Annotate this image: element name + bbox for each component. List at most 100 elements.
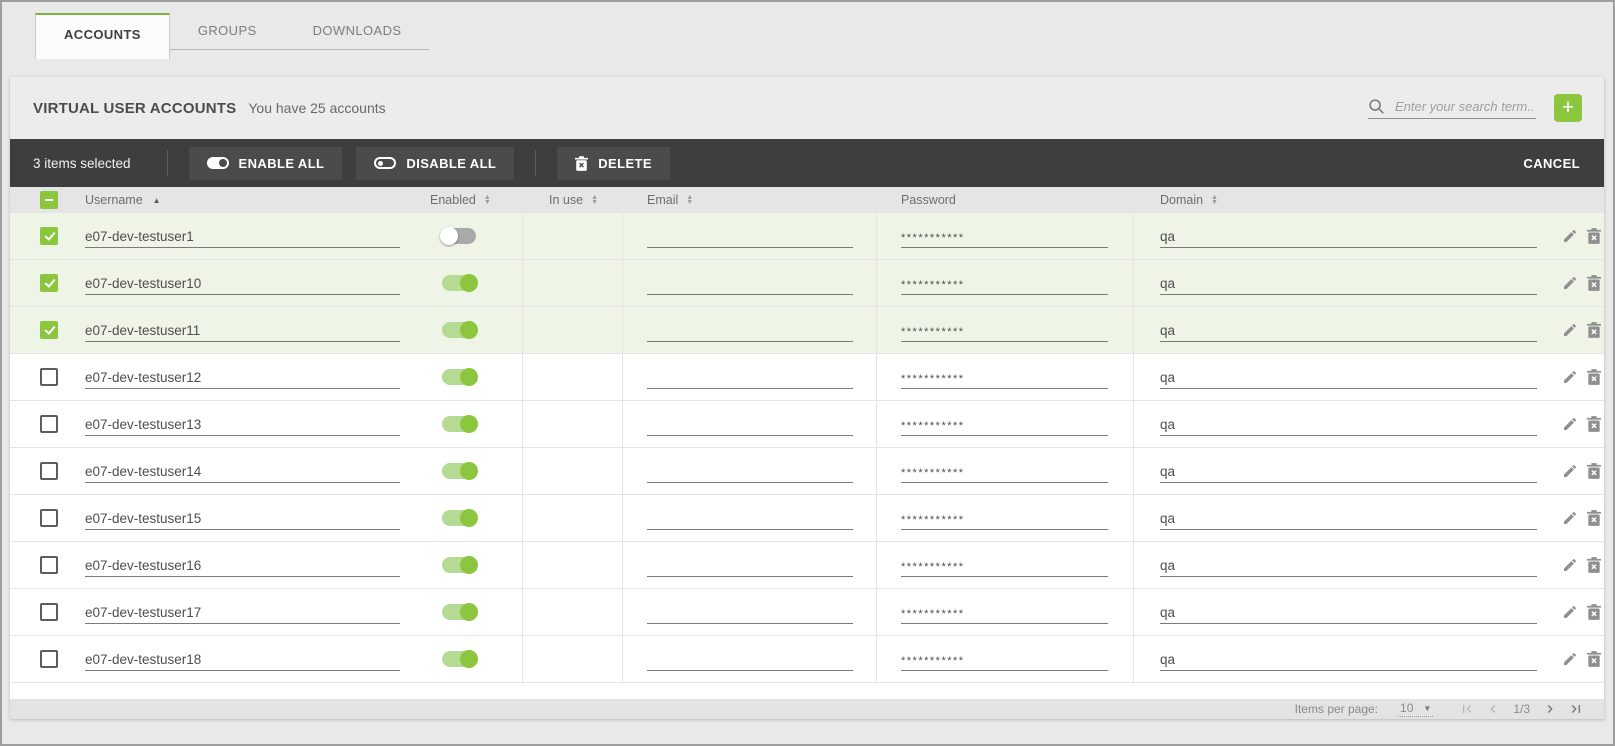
password-field[interactable]: *********** bbox=[901, 271, 1108, 295]
enable-all-button[interactable]: ENABLE ALL bbox=[189, 147, 343, 180]
username-field[interactable]: e07-dev-testuser15 bbox=[85, 506, 400, 530]
disable-all-button[interactable]: DISABLE ALL bbox=[356, 147, 514, 180]
username-field[interactable]: e07-dev-testuser17 bbox=[85, 600, 400, 624]
domain-field[interactable]: qa bbox=[1160, 365, 1537, 389]
delete-row-button[interactable] bbox=[1587, 510, 1603, 527]
enabled-toggle[interactable] bbox=[442, 604, 476, 620]
password-field[interactable]: *********** bbox=[901, 224, 1108, 248]
enabled-toggle[interactable] bbox=[442, 369, 476, 385]
domain-field[interactable]: qa bbox=[1160, 600, 1537, 624]
username-field[interactable]: e07-dev-testuser14 bbox=[85, 459, 400, 483]
email-field[interactable] bbox=[647, 506, 853, 530]
domain-field[interactable]: qa bbox=[1160, 224, 1537, 248]
edit-row-button[interactable] bbox=[1562, 275, 1578, 292]
enabled-toggle[interactable] bbox=[442, 510, 476, 526]
password-field[interactable]: *********** bbox=[901, 365, 1108, 389]
email-field[interactable] bbox=[647, 553, 853, 577]
tab-groups[interactable]: GROUPS bbox=[170, 13, 285, 50]
domain-field[interactable]: qa bbox=[1160, 553, 1537, 577]
edit-row-button[interactable] bbox=[1562, 557, 1578, 574]
username-field[interactable]: e07-dev-testuser16 bbox=[85, 553, 400, 577]
row-checkbox[interactable] bbox=[40, 227, 58, 245]
password-field[interactable]: *********** bbox=[901, 412, 1108, 436]
email-field[interactable] bbox=[647, 318, 853, 342]
row-checkbox[interactable] bbox=[40, 321, 58, 339]
first-page-button[interactable] bbox=[1459, 701, 1475, 717]
edit-row-button[interactable] bbox=[1562, 369, 1578, 386]
enabled-toggle[interactable] bbox=[442, 463, 476, 479]
row-checkbox[interactable] bbox=[40, 509, 58, 527]
items-per-page-select[interactable]: 10 ▼ bbox=[1398, 701, 1433, 717]
enabled-toggle[interactable] bbox=[442, 322, 476, 338]
domain-field[interactable]: qa bbox=[1160, 271, 1537, 295]
last-page-button[interactable] bbox=[1568, 701, 1584, 717]
row-checkbox[interactable] bbox=[40, 274, 58, 292]
delete-row-button[interactable] bbox=[1587, 463, 1603, 480]
column-header-enabled[interactable]: Enabled▲▼ bbox=[430, 193, 491, 207]
email-field[interactable] bbox=[647, 271, 853, 295]
email-field[interactable] bbox=[647, 412, 853, 436]
enabled-toggle[interactable] bbox=[442, 228, 476, 244]
add-account-button[interactable]: + bbox=[1554, 94, 1582, 122]
domain-field[interactable]: qa bbox=[1160, 647, 1537, 671]
password-field[interactable]: *********** bbox=[901, 506, 1108, 530]
email-field[interactable] bbox=[647, 459, 853, 483]
domain-field[interactable]: qa bbox=[1160, 506, 1537, 530]
edit-row-button[interactable] bbox=[1562, 651, 1578, 668]
email-field[interactable] bbox=[647, 224, 853, 248]
username-field[interactable]: e07-dev-testuser10 bbox=[85, 271, 400, 295]
select-all-checkbox[interactable] bbox=[40, 191, 58, 209]
delete-button[interactable]: DELETE bbox=[557, 147, 670, 180]
delete-row-button[interactable] bbox=[1587, 416, 1603, 433]
edit-row-button[interactable] bbox=[1562, 416, 1578, 433]
row-checkbox[interactable] bbox=[40, 603, 58, 621]
column-header-domain[interactable]: Domain▲▼ bbox=[1160, 193, 1218, 207]
domain-field[interactable]: qa bbox=[1160, 318, 1537, 342]
tab-downloads[interactable]: DOWNLOADS bbox=[285, 13, 430, 50]
column-header-email[interactable]: Email▲▼ bbox=[647, 193, 693, 207]
edit-row-button[interactable] bbox=[1562, 463, 1578, 480]
column-header-username[interactable]: Username▲ bbox=[85, 193, 161, 207]
delete-row-button[interactable] bbox=[1587, 322, 1603, 339]
email-field[interactable] bbox=[647, 600, 853, 624]
tab-accounts[interactable]: ACCOUNTS bbox=[35, 13, 170, 59]
delete-row-button[interactable] bbox=[1587, 228, 1603, 245]
password-field[interactable]: *********** bbox=[901, 600, 1108, 624]
search-input[interactable] bbox=[1393, 98, 1536, 115]
edit-row-button[interactable] bbox=[1562, 604, 1578, 621]
edit-row-button[interactable] bbox=[1562, 510, 1578, 527]
username-field[interactable]: e07-dev-testuser18 bbox=[85, 647, 400, 671]
column-header-in-use[interactable]: In use▲▼ bbox=[549, 193, 598, 207]
username-field[interactable]: e07-dev-testuser13 bbox=[85, 412, 400, 436]
password-field[interactable]: *********** bbox=[901, 553, 1108, 577]
delete-row-button[interactable] bbox=[1587, 369, 1603, 386]
row-checkbox[interactable] bbox=[40, 650, 58, 668]
email-field[interactable] bbox=[647, 365, 853, 389]
domain-field[interactable]: qa bbox=[1160, 459, 1537, 483]
row-checkbox[interactable] bbox=[40, 415, 58, 433]
cancel-button[interactable]: CANCEL bbox=[1519, 156, 1584, 171]
enabled-toggle[interactable] bbox=[442, 275, 476, 291]
enabled-toggle[interactable] bbox=[442, 416, 476, 432]
password-field[interactable]: *********** bbox=[901, 459, 1108, 483]
enabled-toggle[interactable] bbox=[442, 651, 476, 667]
row-checkbox[interactable] bbox=[40, 556, 58, 574]
row-checkbox[interactable] bbox=[40, 462, 58, 480]
delete-row-button[interactable] bbox=[1587, 275, 1603, 292]
previous-page-button[interactable] bbox=[1485, 701, 1501, 717]
enabled-toggle[interactable] bbox=[442, 557, 476, 573]
row-checkbox[interactable] bbox=[40, 368, 58, 386]
delete-row-button[interactable] bbox=[1587, 557, 1603, 574]
password-field[interactable]: *********** bbox=[901, 318, 1108, 342]
username-field[interactable]: e07-dev-testuser12 bbox=[85, 365, 400, 389]
delete-row-button[interactable] bbox=[1587, 604, 1603, 621]
username-field[interactable]: e07-dev-testuser1 bbox=[85, 224, 400, 248]
delete-row-button[interactable] bbox=[1587, 651, 1603, 668]
username-field[interactable]: e07-dev-testuser11 bbox=[85, 318, 400, 342]
email-field[interactable] bbox=[647, 647, 853, 671]
edit-row-button[interactable] bbox=[1562, 322, 1578, 339]
edit-row-button[interactable] bbox=[1562, 228, 1578, 245]
domain-field[interactable]: qa bbox=[1160, 412, 1537, 436]
password-field[interactable]: *********** bbox=[901, 647, 1108, 671]
next-page-button[interactable] bbox=[1542, 701, 1558, 717]
